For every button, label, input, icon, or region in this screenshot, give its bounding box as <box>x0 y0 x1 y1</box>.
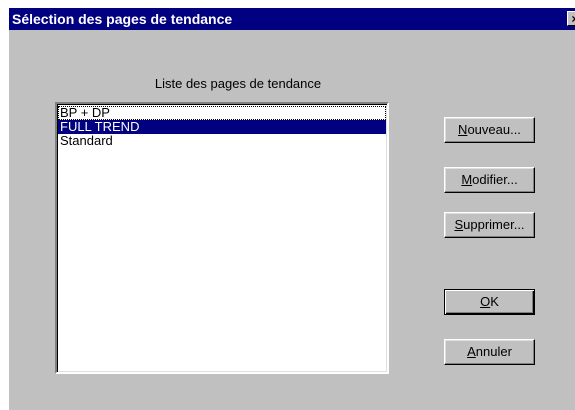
new-button-label: ouveau... <box>467 122 521 137</box>
modify-button[interactable]: Modifier... <box>444 167 535 193</box>
delete-button-label: upprimer... <box>463 217 525 232</box>
cancel-button-accelerator: A <box>467 344 476 359</box>
cancel-button-label: nnuler <box>475 344 512 359</box>
ok-button[interactable]: OK <box>444 289 535 315</box>
trend-pages-listbox[interactable]: BP + DP FULL TREND Standard <box>55 102 389 374</box>
close-button[interactable]: × <box>567 11 575 26</box>
new-button[interactable]: Nouveau... <box>444 117 535 143</box>
trend-page-selection-dialog: Sélection des pages de tendance × Liste … <box>9 8 575 410</box>
window-title: Sélection des pages de tendance <box>12 11 233 27</box>
delete-button[interactable]: Supprimer... <box>444 212 535 238</box>
close-icon: × <box>571 12 575 26</box>
list-item-bp-dp[interactable]: BP + DP <box>58 106 386 120</box>
list-item-standard[interactable]: Standard <box>58 134 386 148</box>
ok-button-label: K <box>490 294 499 309</box>
modify-button-accelerator: M <box>461 172 473 187</box>
delete-button-accelerator: S <box>454 217 464 232</box>
list-label: Liste des pages de tendance <box>154 76 322 91</box>
list-item-full-trend[interactable]: FULL TREND <box>58 120 386 134</box>
ok-button-accelerator: O <box>480 294 491 309</box>
cancel-button[interactable]: Annuler <box>444 339 535 365</box>
title-bar: Sélection des pages de tendance × <box>9 8 575 30</box>
modify-button-label: odifier... <box>472 172 518 187</box>
